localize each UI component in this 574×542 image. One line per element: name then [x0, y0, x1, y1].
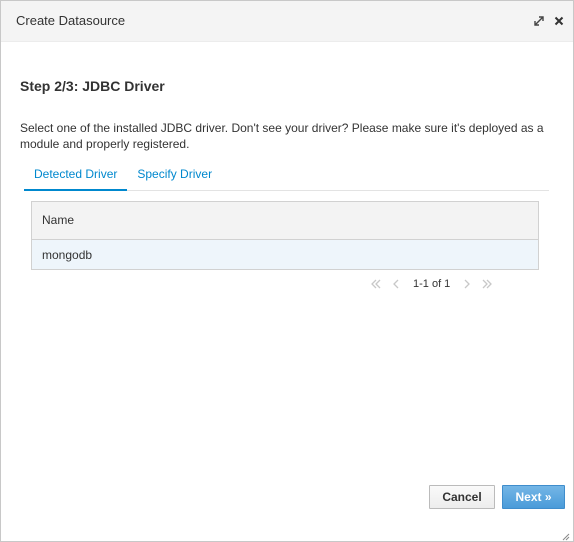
next-page-icon[interactable]: [460, 277, 474, 291]
first-page-icon[interactable]: [369, 277, 383, 291]
driver-table: Name mongodb: [31, 201, 539, 270]
dialog-header: Create Datasource: [1, 1, 573, 42]
column-header-name[interactable]: Name: [32, 202, 538, 240]
step-title: Step 2/3: JDBC Driver: [20, 78, 165, 94]
next-button[interactable]: Next »: [502, 485, 565, 509]
create-datasource-dialog: Create Datasource Step 2/3: JDBC Driver …: [0, 0, 574, 542]
dialog-title: Create Datasource: [16, 13, 126, 28]
close-icon[interactable]: [553, 14, 565, 26]
table-row[interactable]: mongodb: [32, 240, 538, 269]
expand-icon[interactable]: [533, 14, 545, 26]
driver-tabs: Detected Driver Specify Driver: [24, 161, 549, 191]
step-description: Select one of the installed JDBC driver.…: [20, 121, 544, 151]
cancel-button[interactable]: Cancel: [429, 485, 495, 509]
pager: 1-1 of 1: [369, 275, 529, 293]
tab-detected-driver[interactable]: Detected Driver: [24, 161, 128, 191]
resize-grip-icon[interactable]: [560, 528, 570, 541]
driver-name-cell: mongodb: [42, 248, 93, 262]
previous-page-icon[interactable]: [389, 277, 403, 291]
tab-specify-driver[interactable]: Specify Driver: [127, 161, 222, 191]
page-range-text: 1-1 of 1: [413, 278, 451, 290]
last-page-icon[interactable]: [480, 277, 494, 291]
header-icons: [533, 14, 565, 26]
